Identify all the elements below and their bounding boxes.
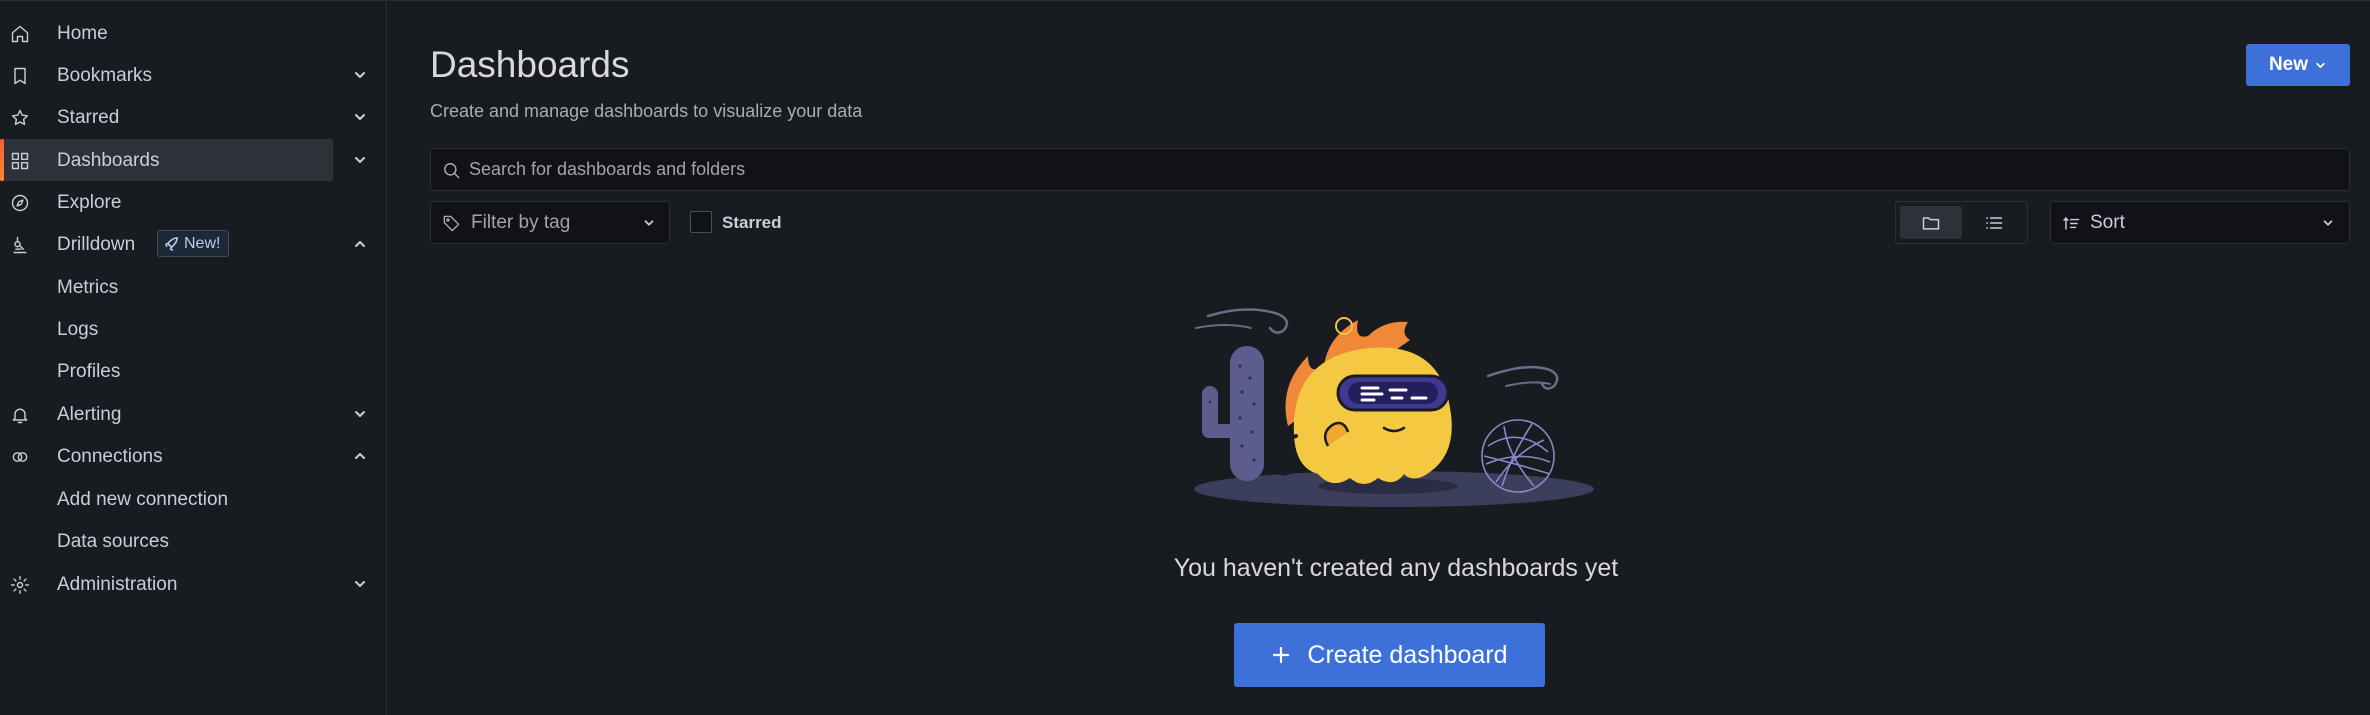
sort-label: Sort — [2090, 212, 2125, 233]
sidebar-item-label: Starred — [57, 107, 120, 128]
sidebar-item-label: Profiles — [57, 361, 121, 382]
sidebar-subitem-data-sources[interactable]: Data sources — [0, 520, 386, 562]
active-highlight — [0, 139, 333, 181]
starred-checkbox-label[interactable]: Starred — [722, 212, 782, 234]
create-dashboard-label: Create dashboard — [1307, 640, 1508, 669]
sidebar-item-administration[interactable]: Administration — [0, 563, 386, 605]
sidebar-item-label: Alerting — [57, 404, 122, 425]
chevron-down-icon — [2321, 216, 2335, 230]
starred-checkbox[interactable] — [690, 211, 712, 233]
sidebar-item-bookmarks[interactable]: Bookmarks — [0, 54, 386, 96]
list-view-button[interactable] — [1963, 206, 2025, 239]
sidebar-item-dashboards[interactable]: Dashboards — [0, 139, 386, 181]
chevron-down-icon[interactable] — [352, 67, 368, 83]
app-window: Home Bookmarks Starred Dashboards Explor… — [0, 0, 2370, 715]
view-mode-toggle — [1895, 201, 2028, 244]
sidebar-item-label: Metrics — [57, 277, 119, 298]
sidebar-item-label: Bookmarks — [57, 65, 153, 86]
list-icon — [1986, 216, 2003, 229]
empty-state-message: You haven't created any dashboards yet — [1173, 554, 1619, 582]
create-dashboard-button[interactable]: Create dashboard — [1234, 623, 1545, 687]
sidebar-item-label: Add new connection — [57, 489, 229, 510]
bookmark-icon — [9, 65, 31, 87]
new-button-label: New — [2268, 54, 2309, 75]
new-badge: New! — [157, 230, 230, 257]
sidebar-subitem-metrics[interactable]: Metrics — [0, 266, 386, 308]
sidebar-item-starred[interactable]: Starred — [0, 96, 386, 138]
connections-icon — [9, 446, 31, 468]
star-icon — [9, 107, 31, 129]
main-content: Dashboards Create and manage dashboards … — [388, 0, 2370, 715]
sidebar-item-label: Logs — [57, 319, 99, 340]
page-title: Dashboards — [430, 44, 630, 85]
page-subtitle: Create and manage dashboards to visualiz… — [430, 101, 863, 121]
cog-icon — [9, 574, 31, 596]
drilldown-icon — [9, 234, 31, 256]
search-bar — [430, 148, 2350, 191]
sidebar-item-explore[interactable]: Explore — [0, 181, 386, 223]
sidebar-item-label: Administration — [57, 574, 178, 595]
sidebar-item-label: Dashboards — [57, 150, 160, 171]
chevron-up-icon[interactable] — [352, 236, 368, 252]
tag-filter-placeholder: Filter by tag — [471, 212, 571, 233]
tag-filter-select[interactable]: Filter by tag — [430, 201, 670, 244]
chevron-up-icon[interactable] — [352, 448, 368, 464]
sidebar-item-drilldown[interactable]: Drilldown New! — [0, 223, 386, 265]
chevron-down-icon — [2316, 62, 2325, 68]
search-input[interactable] — [469, 149, 2329, 190]
sort-icon — [2062, 214, 2081, 233]
sidebar-subitem-logs[interactable]: Logs — [0, 308, 386, 350]
sidebar-item-label: Explore — [57, 192, 122, 213]
apps-icon — [9, 150, 31, 172]
chevron-down-icon[interactable] — [352, 576, 368, 592]
chevron-down-icon[interactable] — [352, 152, 368, 168]
sidebar-item-label: Data sources — [57, 531, 169, 552]
new-button[interactable]: New — [2246, 44, 2350, 86]
active-indicator — [0, 139, 4, 181]
chevron-down-icon[interactable] — [352, 109, 368, 125]
plus-icon — [1273, 646, 1290, 664]
empty-state-illustration — [1194, 308, 1594, 507]
sidebar-nav: Home Bookmarks Starred Dashboards Explor… — [0, 0, 387, 715]
sidebar-item-label: Drilldown — [57, 234, 136, 255]
tag-icon — [442, 214, 461, 233]
sidebar-item-connections[interactable]: Connections — [0, 435, 386, 477]
folder-icon — [1922, 216, 1940, 230]
sidebar-item-home[interactable]: Home — [0, 12, 386, 54]
rocket-icon — [165, 237, 178, 251]
compass-icon — [9, 192, 31, 214]
sidebar-item-alerting[interactable]: Alerting — [0, 393, 386, 435]
folder-view-button[interactable] — [1900, 206, 1962, 239]
sidebar-subitem-profiles[interactable]: Profiles — [0, 350, 386, 392]
home-icon — [9, 23, 31, 45]
sidebar-subitem-add-new-connection[interactable]: Add new connection — [0, 478, 386, 520]
chevron-down-icon — [642, 216, 656, 230]
search-icon — [442, 161, 461, 180]
bell-icon — [9, 404, 31, 426]
sort-select[interactable]: Sort — [2050, 201, 2350, 244]
badge-label: New! — [184, 234, 221, 252]
sidebar-item-label: Connections — [57, 446, 163, 467]
chevron-down-icon[interactable] — [352, 406, 368, 422]
sidebar-item-label: Home — [57, 23, 108, 44]
